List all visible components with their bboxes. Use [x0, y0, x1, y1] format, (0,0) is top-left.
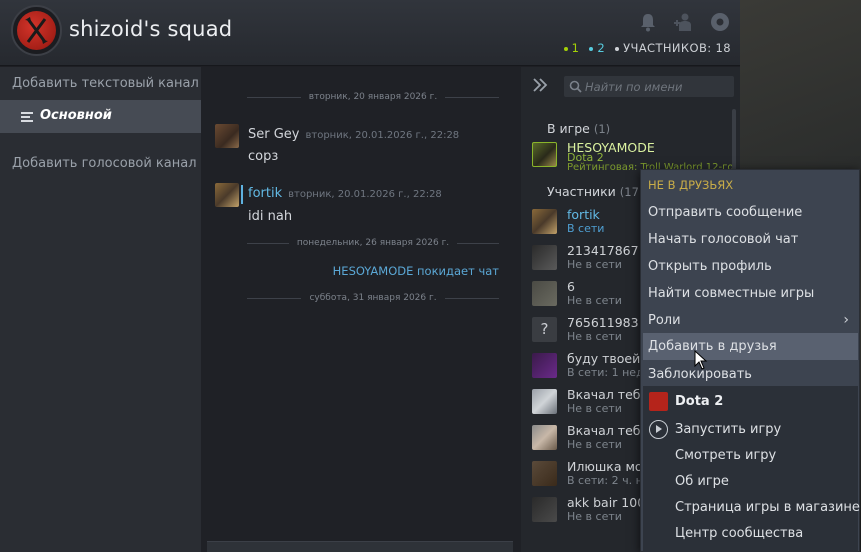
member-name: fortik [567, 207, 600, 222]
group-avatar[interactable] [11, 5, 62, 56]
avatar [532, 497, 557, 522]
member-item[interactable]: HESOYAMODE Dota 2 Рейтинговая: Troll War… [532, 140, 733, 173]
group-header: shizoid's squad 1 2 УЧАСТНИКОВ: 18 [0, 0, 740, 66]
member-stats: 1 2 УЧАСТНИКОВ: 18 [563, 41, 731, 55]
add-voice-channel-button[interactable]: Добавить голосовой канал [12, 156, 197, 171]
avatar [532, 389, 557, 414]
member-context-menu: НЕ В ДРУЗЬЯХ Отправить сообщение Начать … [640, 169, 860, 552]
menu-item-about-game[interactable]: Об игре [675, 474, 729, 489]
avatar[interactable] [215, 183, 239, 207]
date-divider: вторник, 20 января 2026 г. [247, 91, 499, 103]
member-status: В сети: 1 нед [567, 366, 644, 379]
member-name: 6 [567, 279, 575, 294]
search-icon [569, 80, 582, 93]
menu-item-voice-chat[interactable]: Начать голосовой чат [641, 226, 859, 253]
channel-sidebar: Добавить текстовый канал Основной Добави… [0, 67, 201, 552]
avatar [532, 425, 557, 450]
avatar [532, 209, 557, 234]
avatar [532, 245, 557, 270]
avatar [532, 281, 557, 306]
member-status: Не в сети [567, 330, 622, 343]
invite-friend-icon[interactable] [672, 11, 694, 33]
member-status: В сети: 2 ч. н [567, 474, 643, 487]
group-title: shizoid's squad [69, 17, 233, 41]
member-name: Вкачал тебя [567, 387, 648, 402]
member-search-input[interactable]: Найти по имени [564, 76, 734, 97]
member-status: Не в сети [567, 510, 622, 523]
system-message: HESOYAMODE покидает чат [332, 264, 499, 278]
member-name: 765611983 [567, 315, 639, 330]
message-time: вторник, 20.01.2026 г., 22:28 [305, 130, 460, 141]
gear-icon[interactable] [709, 11, 731, 33]
message-author[interactable]: Ser Gey вторник, 20.01.2026 г., 22:28 [248, 127, 459, 142]
question-mark-icon: ? [532, 317, 557, 342]
date-divider: суббота, 31 января 2026 г. [247, 292, 500, 304]
channel-item-label: Основной [40, 108, 112, 123]
menu-item-label: Роли [648, 313, 681, 328]
game-title: Dota 2 [675, 394, 724, 409]
dota-game-icon [649, 392, 668, 411]
channel-item-main[interactable]: Основной [0, 100, 201, 133]
menu-item-watch-game[interactable]: Смотреть игру [675, 448, 776, 463]
member-name: буду твоей [567, 351, 641, 366]
menu-item-open-profile[interactable]: Открыть профиль [641, 253, 859, 280]
member-status: В сети [567, 222, 605, 235]
menu-item-launch-game[interactable]: Запустить игру [675, 422, 781, 437]
play-icon [649, 420, 668, 439]
ingame-count: 2 [589, 41, 605, 55]
member-name: akk bair 100 [567, 495, 646, 510]
member-status: Не в сети [567, 294, 622, 307]
chat-area: вторник, 20 января 2026 г. Ser Gey вторни… [201, 67, 521, 552]
mouse-cursor-icon [694, 350, 708, 370]
member-status: Не в сети [567, 438, 622, 451]
message-accent-bar [241, 185, 243, 204]
message-text: сорз [248, 149, 279, 164]
menu-item-add-friend[interactable]: Добавить в друзья [643, 333, 858, 360]
menu-item-find-games[interactable]: Найти совместные игры [641, 280, 859, 307]
menu-item-roles[interactable]: Роли › [641, 307, 859, 334]
date-divider: понедельник, 26 января 2026 г. [247, 237, 500, 249]
in-game-group-header: В игре (1) [547, 121, 611, 136]
avatar [532, 142, 557, 167]
bell-icon[interactable] [637, 11, 659, 33]
message-text: idi nah [248, 209, 293, 224]
chat-input[interactable] [207, 541, 513, 552]
member-name: 213417867 [567, 243, 639, 258]
menu-item-store-page[interactable]: Страница игры в магазине [675, 500, 860, 515]
chevron-right-icon: › [843, 312, 849, 328]
collapse-panel-icon[interactable] [531, 76, 549, 94]
add-text-channel-button[interactable]: Добавить текстовый канал [12, 76, 199, 91]
member-status: Не в сети [567, 402, 622, 415]
member-status: Не в сети [567, 258, 622, 271]
menu-item-send-message[interactable]: Отправить сообщение [641, 199, 859, 226]
member-name: Илюшка мо [567, 459, 643, 474]
avatar[interactable] [215, 124, 239, 148]
dota-logo-icon [25, 17, 48, 44]
menu-header: НЕ В ДРУЗЬЯХ [648, 178, 734, 192]
menu-item-community-hub[interactable]: Центр сообщества [675, 526, 803, 541]
member-name: Вкачал тебя [567, 423, 648, 438]
menu-item-block[interactable]: Заблокировать [641, 361, 859, 388]
members-group-header: Участники (17 [547, 184, 639, 199]
online-count: 1 [563, 41, 580, 55]
total-members: УЧАСТНИКОВ: 18 [615, 41, 731, 55]
message-author[interactable]: fortik вторник, 20.01.2026 г., 22:28 [248, 186, 442, 201]
message-time: вторник, 20.01.2026 г., 22:28 [288, 189, 442, 200]
avatar [532, 461, 557, 486]
avatar [532, 353, 557, 378]
text-channel-icon [21, 112, 33, 124]
